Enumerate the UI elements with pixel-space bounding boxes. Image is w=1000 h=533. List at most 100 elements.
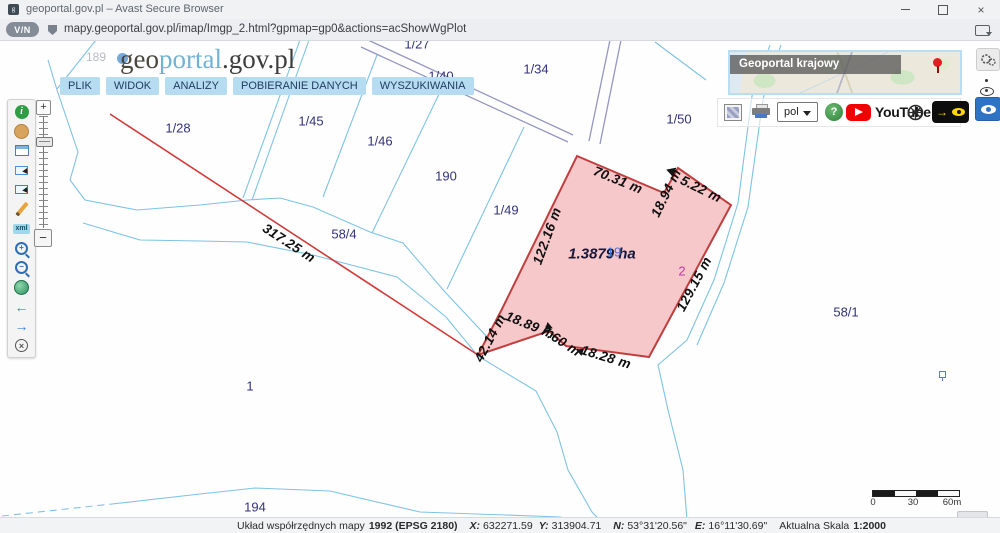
globe-icon: [14, 280, 29, 295]
gears-icon: [980, 53, 996, 67]
browser-titlebar: g geoportal.gov.pl – Avast Secure Browse…: [0, 0, 1000, 19]
help-button[interactable]: ?: [825, 103, 843, 121]
logo-portal: portal: [159, 44, 222, 74]
zoom-in-tool-button[interactable]: +: [12, 241, 32, 256]
basemap-selector[interactable]: Geoportal krajowy: [728, 50, 962, 95]
scale-tick-label: 60m: [943, 497, 961, 508]
full-extent-button[interactable]: [12, 280, 32, 295]
zoom-slider-track[interactable]: [39, 116, 48, 228]
eye-icon: [981, 105, 996, 114]
main-menu: PLIK WIDOK ANALIZY POBIERANIE DANYCH WYS…: [60, 77, 474, 95]
n-label: N:: [613, 520, 624, 532]
zoom-out-tool-button[interactable]: −: [12, 260, 32, 275]
zoom-in-icon: +: [15, 242, 28, 255]
parcel-label: 2: [678, 264, 685, 279]
parcel-label: 194: [244, 500, 266, 515]
menu-plik[interactable]: PLIK: [60, 77, 100, 95]
menu-widok[interactable]: WIDOK: [106, 77, 159, 95]
survey-marker-icon: [939, 371, 946, 378]
status-bar: Układ współrzędnych mapy 1992 (EPSG 2180…: [0, 517, 1000, 533]
x-value: 632271.59: [483, 520, 533, 532]
select-rectangle-button[interactable]: [12, 163, 32, 178]
x-label: X:: [470, 520, 481, 532]
location-pin-icon: [933, 58, 942, 67]
plot-area-label: 1.3879 ha: [568, 246, 636, 263]
e-value: 16°11'30.69": [708, 520, 767, 532]
minimize-button[interactable]: [886, 0, 924, 19]
send-to-device-icon[interactable]: [975, 25, 990, 36]
parcel-label: 1/45: [298, 114, 323, 129]
youtube-play-icon[interactable]: [846, 104, 871, 121]
font-size-button[interactable]: [985, 79, 988, 82]
scale-tick-label: 0: [870, 497, 875, 508]
high-contrast-toggle[interactable]: →: [932, 101, 969, 123]
printer-icon: [755, 114, 767, 118]
scale-value: 1:2000: [853, 520, 886, 532]
crs-label: Układ współrzędnych mapy: [237, 520, 365, 532]
menu-wyszukiwania[interactable]: WYSZUKIWANIA: [372, 77, 474, 95]
settings-button[interactable]: [976, 48, 1000, 71]
y-value: 313904.71: [552, 520, 602, 532]
hand-icon: [14, 124, 29, 139]
previous-view-button[interactable]: ←: [12, 299, 32, 314]
geoportal-logo[interactable]: geoportal.gov.pl: [120, 44, 295, 75]
wheel-icon: [906, 103, 925, 122]
parcel-label: 1/49: [493, 203, 518, 218]
quick-toolbar: pol ? YouTube →: [717, 98, 961, 127]
info-icon: i: [15, 105, 29, 119]
menu-analizy[interactable]: ANALIZY: [165, 77, 227, 95]
print-button[interactable]: [752, 104, 770, 119]
parcel-label: 19: [607, 245, 621, 260]
scale-bar: [872, 490, 960, 497]
pan-tool-button[interactable]: [12, 124, 32, 139]
attribute-table-button[interactable]: [12, 143, 32, 158]
zoom-slider-handle[interactable]: [36, 137, 53, 147]
maximize-button[interactable]: [924, 0, 962, 19]
parcel-label: 1: [246, 379, 253, 394]
wcag-wheel-button[interactable]: [906, 103, 925, 122]
maximize-icon: [938, 5, 948, 15]
parcel-label: 190: [435, 169, 457, 184]
minimize-icon: [901, 9, 910, 10]
cancel-tool-button[interactable]: ×: [12, 338, 32, 353]
menu-pobieranie-danych[interactable]: POBIERANIE DANYCH: [233, 77, 366, 95]
address-bar[interactable]: V/N mapy.geoportal.gov.pl/imap/Imgp_2.ht…: [0, 19, 1000, 41]
back-arrow-icon: ←: [15, 300, 29, 314]
scale-tick-label: 30: [908, 497, 919, 508]
parcel-label: 1/28: [165, 121, 190, 136]
clear-rect-icon: [15, 185, 28, 194]
accessibility-view-button[interactable]: [975, 97, 1000, 121]
clear-selection-button[interactable]: [12, 182, 32, 197]
basemap-title: Geoportal krajowy: [730, 55, 901, 74]
window-title: geoportal.gov.pl – Avast Secure Browser: [26, 3, 224, 15]
close-circle-icon: ×: [15, 339, 28, 352]
logo-geo: geo: [120, 44, 159, 74]
logo-suffix: .gov.pl: [222, 44, 295, 74]
info-tool-button[interactable]: i: [12, 104, 32, 119]
zoom-out-button[interactable]: −: [34, 229, 52, 247]
crs-value: 1992 (EPSG 2180): [369, 520, 458, 532]
table-icon: [15, 145, 29, 156]
close-button[interactable]: ×: [962, 0, 1000, 19]
parcel-label: 189: [86, 50, 106, 64]
draw-tool-button[interactable]: [12, 202, 32, 217]
scale-label: Aktualna Skala: [779, 520, 849, 532]
parcel-label: 1/34: [523, 62, 548, 77]
legend-button[interactable]: [724, 104, 742, 121]
e-label: E:: [695, 520, 706, 532]
contrast-eye-icon[interactable]: [980, 87, 994, 96]
close-icon: ×: [977, 4, 984, 16]
parcel-label: 58/1: [833, 305, 858, 320]
url-text[interactable]: mapy.geoportal.gov.pl/imap/Imgp_2.html?g…: [64, 23, 466, 35]
zoom-in-button[interactable]: +: [36, 100, 51, 115]
next-view-button[interactable]: →: [12, 319, 32, 334]
site-info-icon[interactable]: [48, 25, 57, 35]
language-select[interactable]: pol: [777, 102, 818, 122]
parcel-label: 1/50: [666, 112, 691, 127]
vpn-badge[interactable]: V/N: [6, 22, 39, 37]
parcel-label: 58/4: [331, 227, 356, 242]
zoom-out-icon: −: [15, 261, 28, 274]
pencil-icon: [15, 202, 28, 217]
y-label: Y:: [539, 520, 549, 532]
xml-export-button[interactable]: xml: [12, 221, 32, 236]
